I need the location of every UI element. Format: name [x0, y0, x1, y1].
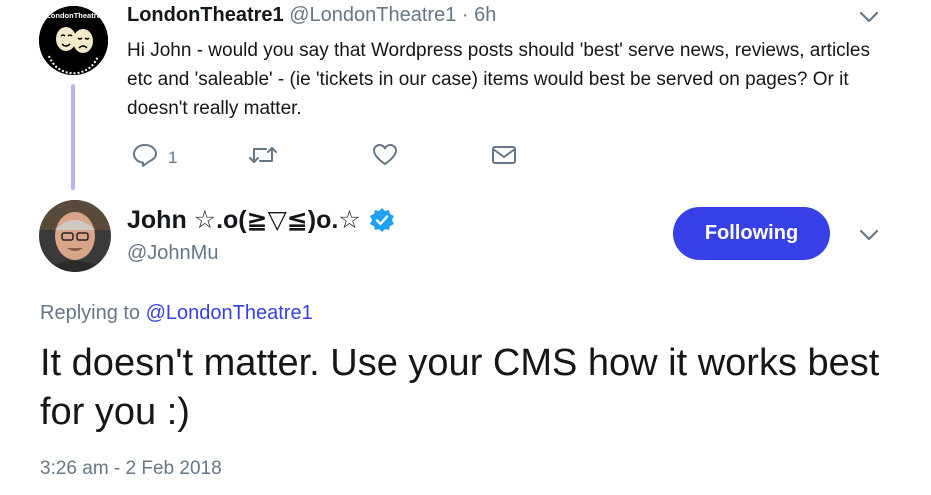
main-author-row: John ☆.o(≧▽≦)o.☆ [127, 205, 395, 235]
replying-to-line: Replying to @LondonTheatre1 [40, 302, 313, 325]
retweet-button[interactable] [248, 140, 278, 170]
main-tweet-timestamp[interactable]: 3:26 am - 2 Feb 2018 [40, 458, 222, 480]
thread-line [71, 84, 75, 190]
verified-badge-icon [369, 208, 394, 232]
heart-icon [373, 144, 397, 165]
reply-button[interactable]: 1 [132, 140, 177, 170]
replying-to-link[interactable]: @LondonTheatre1 [146, 302, 313, 324]
chevron-down-icon[interactable] [858, 228, 880, 242]
replying-prefix: Replying to [40, 302, 141, 324]
avatar-johnmu[interactable] [39, 200, 111, 272]
parent-tweet-header: LondonTheatre1 @LondonTheatre1 · 6h [127, 4, 496, 27]
envelope-icon [492, 146, 516, 164]
reply-count: 1 [168, 148, 178, 167]
parent-tweet-time[interactable]: 6h [474, 4, 496, 26]
parent-tweet-text: Hi John - would you say that Wordpress p… [127, 40, 870, 119]
chevron-down-icon[interactable] [858, 10, 880, 24]
parent-author-name[interactable]: LondonTheatre1 [127, 4, 284, 26]
main-tweet-text: It doesn't matter. Use your CMS how it w… [40, 342, 880, 433]
avatar-logo-text: LondonTheatre [46, 11, 101, 20]
avatar-londontheatre[interactable]: LondonTheatre [39, 6, 108, 75]
main-author-name[interactable]: John ☆.o(≧▽≦)o.☆ [127, 205, 361, 235]
header-separator: · [461, 4, 469, 26]
like-button[interactable] [372, 140, 398, 170]
following-button[interactable]: Following [673, 207, 830, 260]
reply-icon [133, 144, 157, 167]
main-author-handle[interactable]: @JohnMu [127, 242, 218, 265]
direct-message-button[interactable] [491, 140, 517, 170]
retweet-icon [249, 147, 277, 163]
parent-author-handle[interactable]: @LondonTheatre1 [289, 4, 456, 26]
